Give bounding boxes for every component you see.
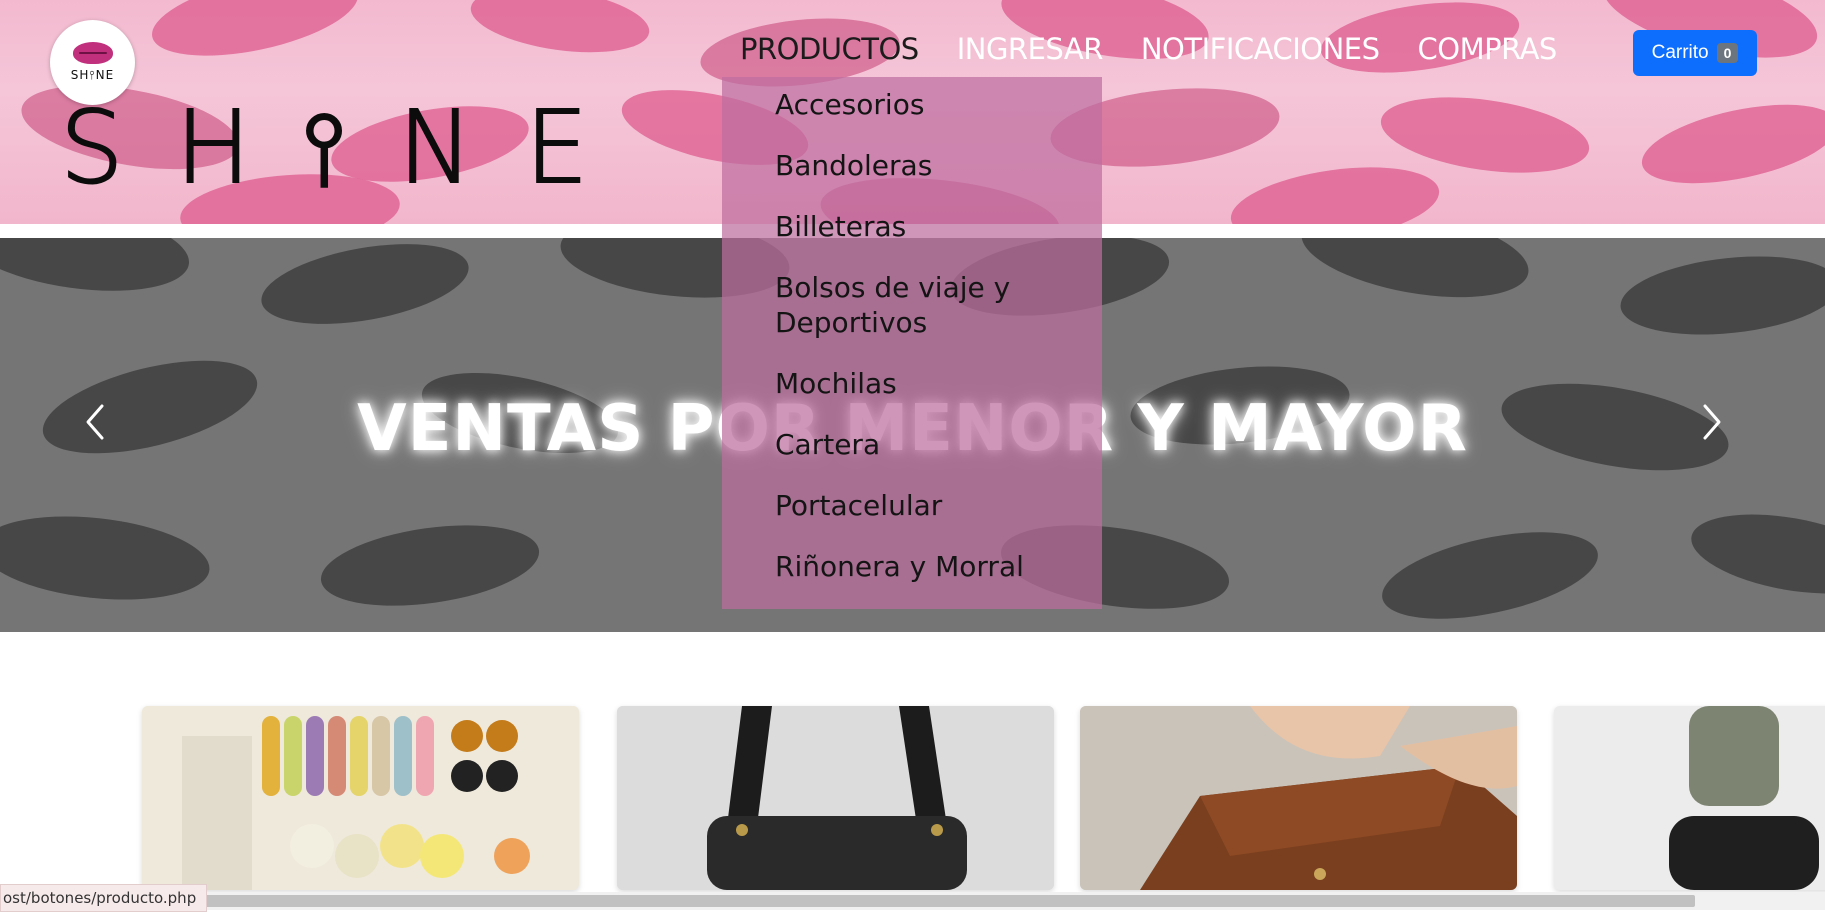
- carousel-next-button[interactable]: [1691, 400, 1731, 444]
- dropdown-item-accesorios[interactable]: Accesorios: [775, 87, 1065, 122]
- nav-compras[interactable]: COMPRAS: [1418, 32, 1558, 66]
- product-image-crossbody-bag: [617, 706, 1054, 890]
- scrollbar-thumb[interactable]: [0, 895, 1695, 907]
- dropdown-item-portacelular[interactable]: Portacelular: [775, 488, 1065, 523]
- nav-ingresar[interactable]: INGRESAR: [957, 32, 1104, 66]
- productos-dropdown-menu: Accesorios Bandoleras Billeteras Bolsos …: [722, 77, 1102, 609]
- page: SH⫯NE SH⫯NE PRODUCTOS INGRESAR NOTIFICAC…: [0, 0, 1825, 914]
- dropdown-item-cartera[interactable]: Cartera: [775, 427, 1065, 462]
- chevron-right-icon: [1703, 404, 1721, 440]
- nav-notificaciones[interactable]: NOTIFICACIONES: [1141, 32, 1380, 66]
- cart-label: Carrito: [1651, 42, 1709, 63]
- product-image-backpack-model: [1554, 706, 1825, 890]
- dropdown-item-mochilas[interactable]: Mochilas: [775, 366, 1065, 401]
- product-card-bandoleras[interactable]: [617, 706, 1054, 890]
- dropdown-item-rinonera[interactable]: Riñonera y Morral: [775, 549, 1065, 584]
- browser-status-url: ost/botones/producto.php: [0, 884, 208, 912]
- logo-text: SH⫯NE: [70, 68, 115, 82]
- cart-count-badge: 0: [1716, 43, 1739, 63]
- carousel-prev-button[interactable]: [76, 400, 116, 444]
- product-card-mochilas[interactable]: [1554, 706, 1825, 890]
- product-card-billeteras[interactable]: [1080, 706, 1517, 890]
- product-image-accessories: [142, 706, 579, 890]
- product-card-accesorios[interactable]: [142, 706, 579, 890]
- product-cards: [0, 706, 1825, 890]
- horizontal-scrollbar[interactable]: [0, 892, 1825, 910]
- brand-wordmark: SH⫯NE: [59, 89, 641, 206]
- chevron-left-icon: [86, 404, 104, 440]
- dropdown-item-bandoleras[interactable]: Bandoleras: [775, 148, 1065, 183]
- main-nav: PRODUCTOS INGRESAR NOTIFICACIONES COMPRA…: [740, 32, 1557, 66]
- nav-productos[interactable]: PRODUCTOS: [740, 32, 919, 66]
- dropdown-item-bolsos-viaje[interactable]: Bolsos de viaje y Deportivos: [775, 270, 1065, 340]
- dropdown-item-billeteras[interactable]: Billeteras: [775, 209, 1065, 244]
- lips-icon: [72, 42, 113, 64]
- product-image-wallet: [1080, 706, 1517, 890]
- cart-button[interactable]: Carrito 0: [1633, 30, 1757, 76]
